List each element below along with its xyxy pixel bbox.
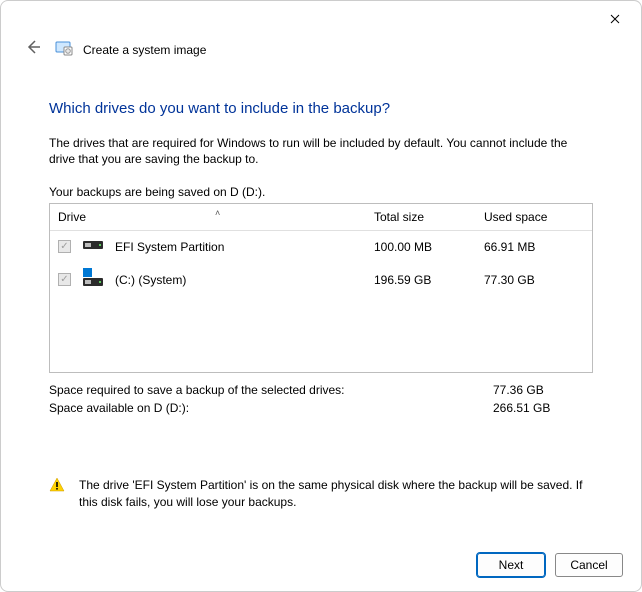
back-arrow-icon[interactable] bbox=[21, 37, 45, 62]
footer-buttons: Next Cancel bbox=[477, 553, 623, 577]
header-row: Create a system image bbox=[1, 37, 641, 66]
warning-text: The drive 'EFI System Partition' is on t… bbox=[79, 477, 593, 509]
space-available-label: Space available on D (D:): bbox=[49, 401, 493, 415]
checkbox-disabled-icon: ✓ bbox=[58, 273, 71, 286]
space-available-value: 266.51 GB bbox=[493, 401, 593, 415]
cancel-button[interactable]: Cancel bbox=[555, 553, 623, 577]
table-header[interactable]: Drive ˄ Total size Used space bbox=[50, 204, 592, 231]
drive-icon bbox=[83, 237, 105, 256]
drive-list: Drive ˄ Total size Used space ✓ EFI Syst… bbox=[49, 203, 593, 373]
drive-name: EFI System Partition bbox=[115, 240, 224, 254]
space-required-value: 77.36 GB bbox=[493, 383, 593, 397]
warning-block: The drive 'EFI System Partition' is on t… bbox=[49, 477, 593, 509]
page-heading: Which drives do you want to include in t… bbox=[49, 100, 593, 117]
content-area: Which drives do you want to include in t… bbox=[1, 66, 641, 510]
next-button[interactable]: Next bbox=[477, 553, 545, 577]
summary: Space required to save a backup of the s… bbox=[49, 381, 593, 417]
table-row[interactable]: ✓ (C:) (System) 196.59 GB 77. bbox=[50, 262, 592, 297]
header-used[interactable]: Used space bbox=[484, 210, 584, 224]
drive-total: 196.59 GB bbox=[374, 273, 484, 287]
warning-icon bbox=[49, 477, 65, 493]
window-title: Create a system image bbox=[83, 43, 206, 57]
close-icon[interactable] bbox=[599, 3, 631, 35]
header-total[interactable]: Total size bbox=[374, 210, 484, 224]
space-required-label: Space required to save a backup of the s… bbox=[49, 383, 493, 397]
drive-total: 100.00 MB bbox=[374, 240, 484, 254]
drive-used: 77.30 GB bbox=[484, 273, 584, 287]
system-drive-icon bbox=[83, 268, 105, 291]
titlebar bbox=[1, 1, 641, 37]
page-description: The drives that are required for Windows… bbox=[49, 135, 593, 167]
drive-name: (C:) (System) bbox=[115, 273, 186, 287]
table-row[interactable]: ✓ EFI System Partition 100.00 MB 66.91 M… bbox=[50, 231, 592, 262]
backup-target-message: Your backups are being saved on D (D:). bbox=[49, 185, 593, 199]
system-image-icon bbox=[55, 39, 73, 60]
drive-used: 66.91 MB bbox=[484, 240, 584, 254]
checkbox-disabled-icon: ✓ bbox=[58, 240, 71, 253]
sort-caret-icon: ˄ bbox=[215, 208, 220, 218]
